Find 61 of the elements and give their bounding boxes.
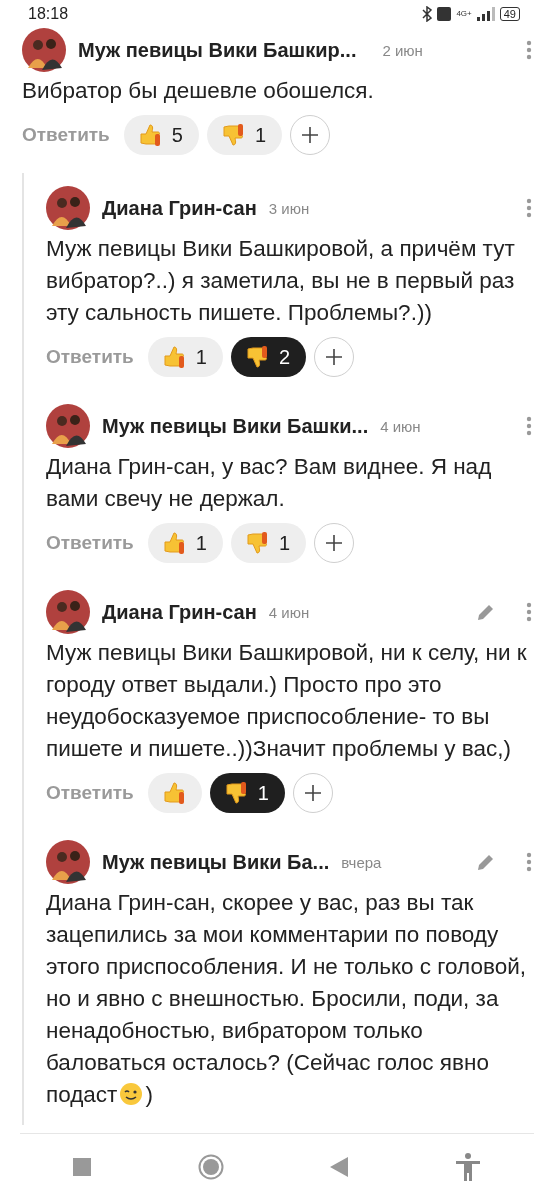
- thumbs-up-icon: [161, 530, 186, 556]
- dislike-button[interactable]: 1: [206, 115, 283, 155]
- comment-date: 2 июн: [382, 41, 423, 59]
- comment-text: Муж певицы Вики Башкировой, а причём тут вибратор?..) я заметила, вы не в первый раз эту сальность пишете. Проблемы?.)): [46, 235, 516, 327]
- thumbs-up-icon: [161, 344, 186, 370]
- avatar[interactable]: [46, 590, 90, 634]
- home-icon[interactable]: [197, 1154, 224, 1180]
- like-button[interactable]: 1: [147, 337, 223, 377]
- more-options-icon[interactable]: [526, 602, 532, 622]
- comment-date: 3 июн: [268, 199, 310, 217]
- add-reaction-button[interactable]: [292, 773, 333, 813]
- thumbs-up-icon: [137, 122, 162, 148]
- recent-apps-icon[interactable]: [73, 1158, 92, 1176]
- thumbs-up-icon: [161, 780, 186, 806]
- edit-icon[interactable]: [476, 602, 496, 622]
- comment-text: Муж певицы Вики Башкировой, ни к селу, ни к городу ответ выдали.) Просто про это неудобосказуемое приспособление- то вы пишете и пишете..))Значит проблемы у вас,): [46, 639, 528, 763]
- avatar[interactable]: [46, 840, 90, 884]
- back-icon[interactable]: [330, 1157, 349, 1177]
- dislike-button[interactable]: 1: [209, 773, 285, 813]
- author-name[interactable]: Муж певицы Вики Башки...: [102, 414, 369, 438]
- comment-text: Вибратор бы дешевле обошелся.: [22, 77, 375, 105]
- thumbs-down-icon: [220, 122, 245, 148]
- dislike-button[interactable]: 1: [230, 523, 307, 563]
- author-name[interactable]: Муж певицы Вики Башкир...: [78, 38, 357, 62]
- edit-icon[interactable]: [476, 852, 496, 872]
- author-name[interactable]: Диана Грин-сан: [102, 600, 257, 624]
- avatar[interactable]: [46, 404, 90, 448]
- author-name[interactable]: Диана Грин-сан: [102, 196, 257, 220]
- bluetooth-icon: [422, 5, 433, 22]
- add-reaction-button[interactable]: [314, 337, 355, 377]
- comment-date: вчера: [341, 853, 382, 871]
- comment-text: Диана Грин-сан, скорее у вас, раз вы так зацепились за мои комментарии по поводу этого приспособления. И не только с головой, но и явно с внешностью. Бросили, поди, за ненадобностью, вибратором только баловаться осталось? (Сейчас голос явно подаст ): [46, 889, 527, 1109]
- thumbs-down-icon: [244, 344, 269, 370]
- like-button[interactable]: [147, 773, 202, 813]
- plus-icon: [325, 348, 344, 366]
- comment-date: 4 июн: [268, 603, 310, 621]
- more-options-icon[interactable]: [526, 852, 532, 872]
- network-type: 4G+: [456, 9, 472, 18]
- dislike-button[interactable]: 2: [230, 337, 307, 377]
- status-time: 18:18: [28, 4, 69, 23]
- avatar[interactable]: [46, 186, 90, 230]
- avatar[interactable]: [22, 28, 66, 72]
- like-button[interactable]: 5: [123, 115, 199, 155]
- accessibility-icon[interactable]: [454, 1153, 481, 1181]
- comment-date: 4 июн: [380, 417, 421, 435]
- add-reaction-button[interactable]: [290, 115, 331, 155]
- volte-icon: [437, 6, 452, 21]
- more-options-icon[interactable]: [526, 416, 532, 436]
- plus-icon: [303, 784, 322, 802]
- like-button[interactable]: 1: [147, 523, 223, 563]
- thumbs-down-icon: [223, 780, 248, 806]
- comment-text: Диана Грин-сан, у вас? Вам виднее. Я над вами свечу не держал.: [46, 453, 493, 513]
- author-name[interactable]: Муж певицы Вики Ба...: [102, 850, 330, 874]
- more-options-icon[interactable]: [526, 198, 532, 218]
- thumbs-down-icon: [244, 530, 269, 556]
- signal-icon: [476, 6, 495, 21]
- add-reaction-button[interactable]: [314, 523, 355, 563]
- battery-level: 49: [499, 6, 520, 21]
- plus-icon: [301, 126, 320, 144]
- plus-icon: [325, 534, 344, 552]
- more-options-icon[interactable]: [526, 40, 532, 60]
